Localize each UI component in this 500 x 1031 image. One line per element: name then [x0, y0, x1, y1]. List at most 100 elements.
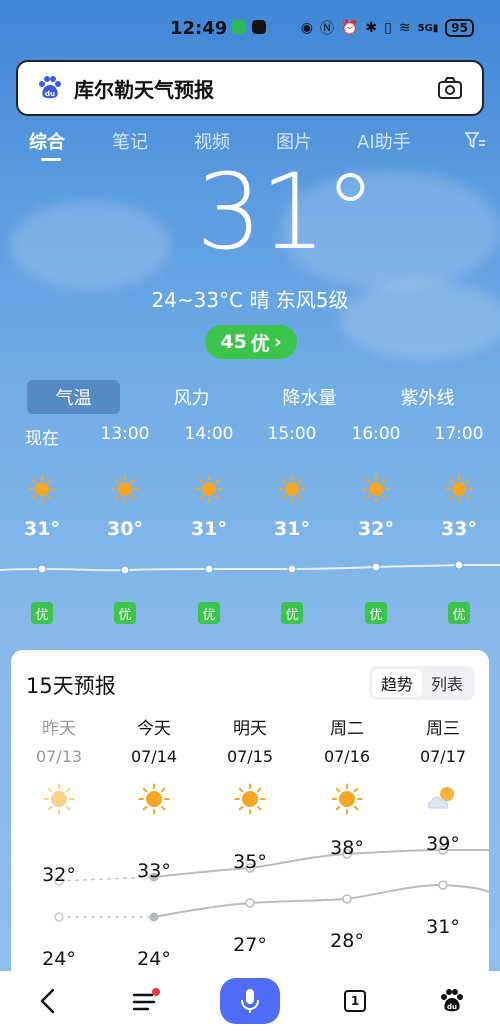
sunny-icon	[111, 475, 139, 503]
hour-temperature: 31°	[191, 518, 227, 540]
high-temp-label: 39°	[426, 833, 460, 855]
hour-aqi-badge: 优	[198, 602, 220, 624]
hourly-item: 16:00 32°	[346, 424, 406, 540]
hour-temperature: 33°	[441, 518, 477, 540]
tab-notes[interactable]: 笔记	[112, 128, 148, 154]
day-name: 周三	[426, 719, 460, 739]
tab-uv[interactable]: 紫外线	[381, 380, 474, 414]
forecast-title: 15天预报	[26, 674, 116, 698]
menu-icon	[132, 988, 160, 1011]
low-temp-label: 31°	[426, 916, 460, 938]
tiktok-icon	[252, 20, 266, 34]
chevron-left-icon	[40, 988, 55, 1014]
chevron-right-icon: ›	[273, 331, 282, 353]
tabs-button[interactable]: 1	[327, 971, 383, 1031]
hour-aqi-badge: 优	[448, 602, 470, 624]
high-temp-label: 32°	[42, 864, 76, 886]
day-date: 07/16	[323, 747, 371, 766]
forecast-day[interactable]: 周三 07/17	[403, 714, 483, 814]
sunny-icon	[331, 783, 363, 815]
tab-temperature[interactable]: 气温	[27, 380, 120, 414]
current-temperature: 31°	[196, 151, 376, 273]
high-temp-label: 35°	[233, 851, 267, 873]
tab-precipitation[interactable]: 降水量	[263, 380, 356, 414]
hour-temperature: 31°	[274, 518, 310, 540]
hour-time: 现在	[25, 429, 59, 449]
hour-time: 13:00	[100, 424, 150, 444]
svg-text:du: du	[447, 1003, 457, 1011]
low-temp-label: 24°	[137, 948, 171, 970]
camera-icon[interactable]	[436, 74, 464, 102]
aqi-badge[interactable]: 45 优 ›	[205, 325, 297, 359]
low-temp-label: 27°	[233, 934, 267, 956]
hourly-item: 14:00 31°	[179, 424, 239, 540]
wechat-icon	[232, 20, 246, 34]
forecast-day[interactable]: 昨天 07/13	[19, 714, 99, 816]
hour-time: 17:00	[434, 424, 484, 444]
low-temp-label: 28°	[330, 930, 364, 952]
hourly-metric-tabs: 气温 风力 降水量 紫外线	[0, 380, 500, 416]
status-time: 12:49	[170, 18, 228, 39]
forecast-day[interactable]: 今天 07/14	[114, 714, 194, 816]
search-bar[interactable]: du 库尔勒天气预报	[16, 60, 484, 116]
eye-icon: ◉	[300, 20, 313, 36]
bottom-navigation: 1 du	[0, 971, 500, 1031]
status-system-icons: ◉ Ⓝ ⏰ ✱ ▯ ≋ 5G▮ 95	[301, 18, 474, 38]
aqi-level: 优	[250, 332, 270, 355]
sunny-icon	[195, 475, 223, 503]
vibrate-icon: ▯	[384, 20, 392, 36]
search-input[interactable]: 库尔勒天气预报	[74, 74, 436, 103]
hour-aqi-badge: 优	[31, 602, 53, 624]
high-temp-label: 33°	[137, 860, 171, 882]
hour-temperature: 32°	[358, 518, 394, 540]
alarm-icon: ⏰	[340, 20, 359, 36]
15-day-forecast-card: 15天预报 趋势 列表 昨天 07/13 今天 07/14 明天 07/15 周二 07/16…	[11, 650, 489, 980]
forecast-day[interactable]: 周二 07/16	[307, 714, 387, 816]
cloud-decoration	[10, 200, 170, 290]
active-tab-indicator	[41, 158, 61, 161]
partly-cloudy-icon	[427, 787, 454, 809]
signal-icon: 5G▮	[417, 22, 439, 34]
day-date: 07/15	[226, 747, 274, 766]
toggle-trend[interactable]: 趋势	[371, 669, 422, 697]
tab-wind[interactable]: 风力	[145, 380, 238, 414]
microphone-icon	[241, 989, 259, 1013]
sunny-icon	[445, 475, 473, 503]
sunny-icon	[278, 475, 306, 503]
hourly-item: 现在 31°	[12, 424, 72, 540]
view-toggle: 趋势 列表	[368, 666, 475, 700]
nfc-icon: Ⓝ	[319, 21, 334, 37]
low-temp-label: 24°	[42, 948, 76, 970]
day-name: 明天	[233, 719, 267, 739]
sunny-icon	[234, 783, 266, 815]
hour-time: 14:00	[184, 424, 234, 444]
high-temp-label: 38°	[330, 837, 364, 859]
toggle-list[interactable]: 列表	[422, 669, 472, 697]
hour-aqi-badge: 优	[365, 602, 387, 624]
sunny-icon	[138, 783, 170, 815]
filter-icon[interactable]	[464, 130, 486, 152]
sunny-icon	[362, 475, 390, 503]
hourly-item: 13:00 30°	[95, 424, 155, 540]
baidu-paw-icon: du	[39, 76, 61, 99]
svg-text:du: du	[45, 90, 55, 98]
voice-search-button[interactable]	[220, 978, 280, 1024]
hour-time: 15:00	[267, 424, 317, 444]
hour-aqi-badge: 优	[114, 602, 136, 624]
day-name: 今天	[137, 719, 171, 739]
back-button[interactable]	[20, 971, 76, 1031]
day-date: 07/14	[130, 747, 178, 766]
hour-temperature: 30°	[107, 518, 143, 540]
status-app-icons	[232, 20, 266, 34]
baidu-home-button[interactable]: du	[424, 971, 480, 1031]
hour-time: 16:00	[351, 424, 401, 444]
tab-all[interactable]: 综合	[29, 128, 65, 154]
tab-count: 1	[344, 990, 366, 1012]
day-name: 周二	[330, 719, 364, 739]
baidu-paw-icon: du	[441, 989, 463, 1012]
menu-button[interactable]	[118, 971, 174, 1031]
day-date: 07/13	[35, 747, 83, 766]
day-date: 07/17	[419, 747, 467, 766]
forecast-day[interactable]: 明天 07/15	[210, 714, 290, 816]
sunny-icon	[43, 783, 75, 815]
